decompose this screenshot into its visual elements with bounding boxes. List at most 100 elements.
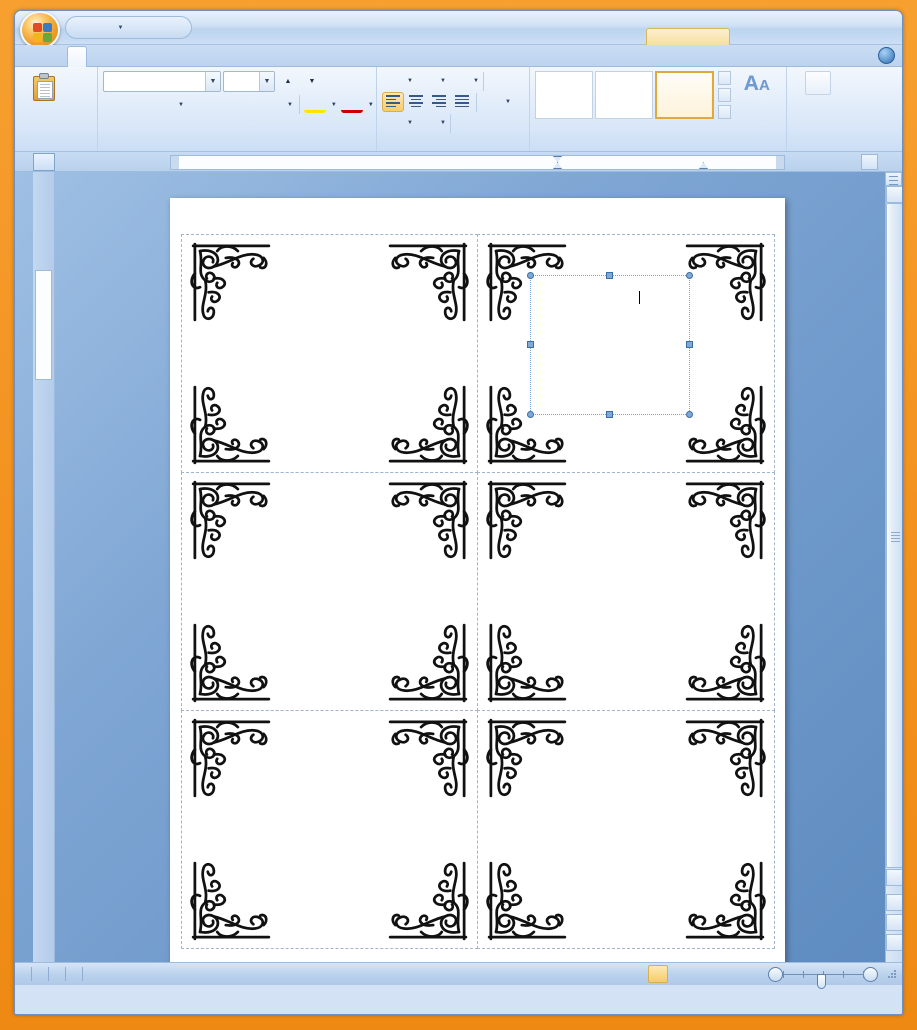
word-count[interactable] <box>32 965 48 984</box>
split-window-button[interactable] <box>885 172 902 186</box>
resize-handle-middle-left[interactable] <box>527 340 534 348</box>
bullets-icon[interactable] <box>382 71 404 91</box>
style-emphasis[interactable] <box>535 71 594 119</box>
open-icon[interactable] <box>149 18 170 37</box>
horizontal-ruler[interactable] <box>170 155 785 170</box>
tab-format[interactable] <box>213 45 231 67</box>
vertical-scrollbar[interactable] <box>885 172 902 962</box>
font-dialog-launcher-icon[interactable] <box>359 139 370 150</box>
change-case-icon[interactable] <box>260 94 282 115</box>
resize-handle-top-left[interactable] <box>527 271 534 279</box>
styles-dialog-launcher-icon[interactable] <box>769 139 780 150</box>
tab-review[interactable] <box>159 45 177 67</box>
undo-icon[interactable] <box>95 18 116 37</box>
language-icon[interactable] <box>66 965 82 984</box>
font-name-combo[interactable]: ▼ <box>103 71 221 92</box>
grow-font-icon[interactable]: ▲ <box>277 71 299 92</box>
next-page-button[interactable] <box>886 934 902 951</box>
styles-more-icon[interactable] <box>717 105 731 119</box>
multilevel-dropdown-icon[interactable]: ▼ <box>471 71 480 91</box>
italic-button[interactable] <box>127 94 149 115</box>
proofing-errors-icon[interactable] <box>49 965 65 984</box>
strikethrough-button[interactable] <box>188 94 210 115</box>
decrease-indent-icon[interactable] <box>487 71 509 91</box>
align-right-button[interactable] <box>428 92 450 112</box>
view-ruler-button[interactable] <box>861 154 878 170</box>
clipboard-dialog-launcher-icon[interactable] <box>80 139 91 150</box>
style-normal[interactable] <box>655 71 714 119</box>
resize-handle-bottom-right[interactable] <box>686 410 693 418</box>
close-button[interactable] <box>869 15 896 33</box>
tab-view[interactable] <box>177 45 195 67</box>
multilevel-list-icon[interactable] <box>448 71 470 91</box>
label-card[interactable] <box>477 710 775 950</box>
tab-mailings[interactable] <box>141 45 159 67</box>
tab-insert[interactable] <box>87 45 105 67</box>
minimize-button[interactable] <box>811 15 838 33</box>
web-layout-view-button[interactable] <box>690 965 710 983</box>
line-spacing-icon[interactable] <box>480 92 502 112</box>
paste-button[interactable] <box>24 71 64 102</box>
bold-button[interactable] <box>103 94 125 115</box>
underline-dropdown-icon[interactable]: ▼ <box>175 94 186 115</box>
select-browse-object-button[interactable] <box>886 914 902 931</box>
numbering-icon[interactable] <box>415 71 437 91</box>
previous-page-button[interactable] <box>886 894 902 911</box>
first-line-indent-marker[interactable] <box>553 156 562 163</box>
customize-qat-icon[interactable] <box>171 18 184 37</box>
tab-developer[interactable] <box>195 45 213 67</box>
page-indicator[interactable] <box>15 965 31 984</box>
resize-handle-bottom-left[interactable] <box>527 410 534 418</box>
line-spacing-dropdown-icon[interactable]: ▼ <box>503 92 512 112</box>
shading-icon[interactable] <box>382 113 404 133</box>
resize-handle-top-right[interactable] <box>686 271 693 279</box>
editing-button[interactable] <box>794 71 842 97</box>
save-icon[interactable] <box>73 18 94 37</box>
cut-icon[interactable] <box>66 73 88 93</box>
label-card[interactable] <box>180 233 478 473</box>
bullets-dropdown-icon[interactable]: ▼ <box>405 71 414 91</box>
align-left-button[interactable] <box>382 92 404 112</box>
borders-dropdown-icon[interactable]: ▼ <box>438 113 447 133</box>
label-card-selected[interactable] <box>477 233 775 473</box>
selected-text-box[interactable] <box>527 271 693 418</box>
vertical-ruler[interactable] <box>33 172 55 962</box>
draft-view-button[interactable] <box>732 965 752 983</box>
full-screen-reading-view-button[interactable] <box>669 965 689 983</box>
highlight-dropdown-icon[interactable]: ▼ <box>328 94 339 115</box>
label-card[interactable] <box>477 471 775 712</box>
show-formatting-marks-icon[interactable] <box>477 113 499 133</box>
scrollbar-thumb[interactable] <box>886 203 902 868</box>
resize-handle-bottom-center[interactable] <box>606 410 613 418</box>
text-highlight-icon[interactable] <box>303 96 326 113</box>
superscript-button[interactable] <box>236 94 258 115</box>
align-center-button[interactable] <box>405 92 427 112</box>
document-page[interactable] <box>170 198 785 962</box>
copy-icon[interactable] <box>66 94 88 114</box>
clear-formatting-icon[interactable] <box>325 71 347 92</box>
zoom-in-button[interactable] <box>863 966 878 982</box>
font-color-dropdown-icon[interactable]: ▼ <box>365 94 376 115</box>
shading-dropdown-icon[interactable]: ▼ <box>405 113 414 133</box>
numbering-dropdown-icon[interactable]: ▼ <box>438 71 447 91</box>
help-icon[interactable] <box>878 47 895 64</box>
shrink-font-icon[interactable]: ▼ <box>301 71 323 92</box>
scroll-down-button[interactable] <box>886 869 902 886</box>
tab-references[interactable] <box>123 45 141 67</box>
label-card[interactable] <box>180 471 478 712</box>
print-layout-view-button[interactable] <box>648 965 668 983</box>
justify-button[interactable] <box>451 92 473 112</box>
tab-page-layout[interactable] <box>105 45 123 67</box>
label-card[interactable] <box>180 710 478 950</box>
scroll-up-button[interactable] <box>886 186 902 203</box>
zoom-slider-thumb[interactable] <box>817 973 826 989</box>
zoom-slider[interactable] <box>768 966 882 989</box>
outline-view-button[interactable] <box>711 965 731 983</box>
paragraph-dialog-launcher-icon[interactable] <box>512 139 523 150</box>
underline-button[interactable] <box>151 94 173 115</box>
resize-handle-top-center[interactable] <box>606 271 613 279</box>
right-indent-marker[interactable] <box>699 162 708 169</box>
maximize-button[interactable] <box>840 15 867 33</box>
redo-icon[interactable] <box>127 18 148 37</box>
font-name-dropdown-icon[interactable]: ▼ <box>205 72 220 91</box>
